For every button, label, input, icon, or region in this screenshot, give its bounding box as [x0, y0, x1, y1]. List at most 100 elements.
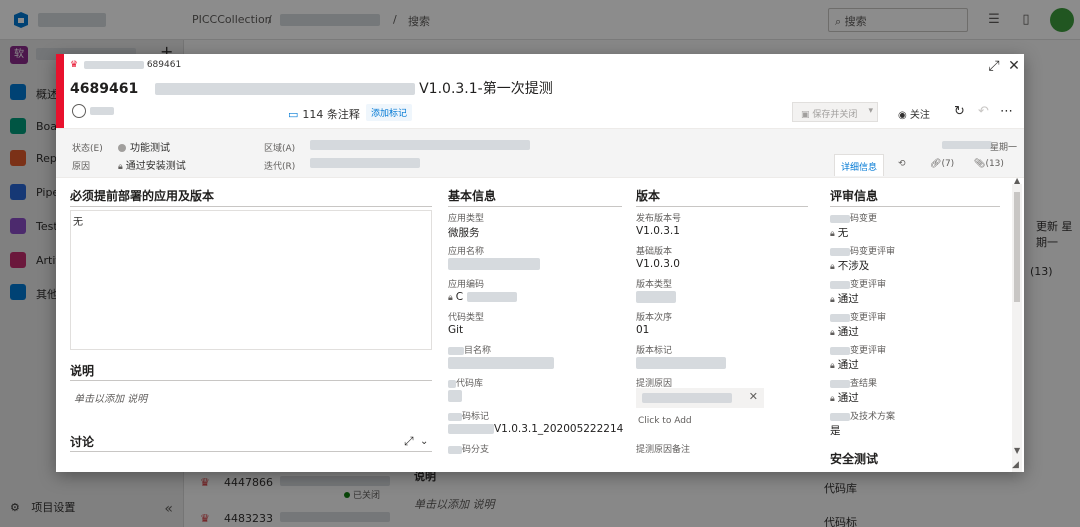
field-value[interactable]: 🔒︎ C: [448, 291, 518, 303]
expand-discussion-icon[interactable]: ⤢: [404, 434, 414, 449]
field-value[interactable]: [636, 357, 726, 369]
divider: [70, 206, 432, 207]
tab-attachments[interactable]: 📎︎(13): [968, 154, 1010, 176]
prerequisite-apps-value: 无: [73, 217, 83, 228]
field-label: 变更评审: [830, 277, 886, 290]
follow-button[interactable]: ◉ 关注: [898, 106, 930, 121]
user-icon: [72, 104, 86, 118]
chip-label: [642, 393, 732, 403]
field-value[interactable]: 🔒︎ 不涉及: [830, 258, 869, 273]
more-actions-icon[interactable]: ⋯: [1000, 104, 1013, 119]
divider: [70, 451, 432, 452]
description-header: 说明: [70, 364, 95, 378]
field-label: 版本标记: [636, 346, 673, 356]
title-suffix: V1.0.3.1-第一次提测: [419, 81, 553, 97]
work-item-type-line: ♛ 689461: [70, 60, 181, 70]
divider: [448, 206, 622, 207]
field-label: 版本类型: [636, 280, 673, 290]
tab-details[interactable]: 详细信息: [834, 154, 884, 176]
attachment-icon: 📎︎: [974, 159, 986, 169]
field-value[interactable]: V1.0.3.1_202005222214: [448, 423, 623, 435]
remove-icon[interactable]: ✕: [749, 390, 758, 403]
field-value[interactable]: 🔒︎ 通过: [830, 324, 859, 339]
chevron-down-icon[interactable]: ▾: [868, 106, 873, 116]
dialog-scrollbar[interactable]: [1012, 184, 1022, 472]
iteration-label: 迭代(R): [264, 162, 296, 172]
state-label: 状态(E): [72, 144, 103, 154]
resize-grip-icon[interactable]: ◢: [1012, 460, 1019, 470]
field-label: 码分支: [448, 442, 489, 455]
field-value[interactable]: V1.0.3.1: [636, 225, 680, 237]
state-field[interactable]: 功能测试: [118, 139, 170, 154]
field-label: 变更评审: [830, 310, 886, 323]
follow-label: 关注: [909, 110, 930, 121]
save-and-close-button[interactable]: ▣ 保存并关闭 ▾: [792, 102, 878, 122]
lock-icon: 🔒︎: [448, 293, 453, 303]
field-label: 码标记: [448, 409, 489, 422]
field-value[interactable]: [448, 258, 540, 270]
field-value[interactable]: 是: [830, 423, 841, 438]
iteration-field[interactable]: [310, 158, 420, 168]
scroll-up-icon[interactable]: ▲: [1014, 176, 1020, 185]
scroll-down-icon[interactable]: ▼: [1014, 446, 1020, 455]
description-placeholder[interactable]: 单击以添加 说明: [74, 390, 147, 405]
field-label: 应用名称: [448, 247, 485, 257]
save-label: 保存并关闭: [812, 110, 858, 120]
field-label: 代码类型: [448, 313, 485, 323]
discussion-header: 讨论: [70, 435, 95, 449]
divider: [70, 380, 432, 381]
area-field[interactable]: [310, 140, 530, 150]
close-icon[interactable]: ✕: [1006, 58, 1022, 74]
area-label: 区域(A): [264, 144, 296, 154]
field-value[interactable]: [448, 357, 554, 369]
title-redacted: [154, 83, 415, 95]
scrollbar-thumb[interactable]: [1014, 192, 1020, 302]
field-value[interactable]: 🔒︎ 通过: [830, 357, 859, 372]
field-value[interactable]: Git: [448, 324, 463, 336]
expand-icon[interactable]: ⤢: [986, 58, 1002, 74]
lock-icon: 🔒︎: [830, 295, 835, 305]
tab-links[interactable]: 🔗︎(7): [924, 154, 960, 176]
field-label: 基础版本: [636, 247, 673, 257]
undo-icon[interactable]: ↶: [978, 104, 989, 119]
comment-icon: ▭: [288, 108, 299, 121]
chevron-down-icon[interactable]: ⌄: [420, 436, 428, 447]
field-label: 提测原因备注: [636, 445, 691, 455]
prerequisite-apps-field[interactable]: 无: [70, 210, 432, 350]
field-label: 码变更评审: [830, 244, 895, 257]
version-header: 版本: [636, 189, 661, 203]
field-value[interactable]: [636, 291, 676, 303]
field-value[interactable]: [448, 390, 462, 402]
field-label: 应用编码: [448, 280, 485, 290]
field-value[interactable]: 微服务: [448, 225, 480, 240]
updated-by: [942, 141, 992, 149]
field-value[interactable]: 🔒︎ 无: [830, 225, 848, 240]
tab-history[interactable]: ⟲: [892, 154, 912, 176]
add-tag-button[interactable]: 添加标记: [366, 104, 413, 121]
field-label: 代码库: [448, 376, 483, 389]
field-value[interactable]: 🔒︎ 通过: [830, 291, 859, 306]
assignee-picker[interactable]: [72, 104, 114, 118]
divider: [830, 206, 1000, 207]
field-value[interactable]: V1.0.3.0: [636, 258, 680, 270]
attachments-count: (13): [985, 159, 1004, 169]
field-value[interactable]: 🔒︎ 通过: [830, 390, 859, 405]
bug-crown-icon: ♛: [70, 60, 79, 70]
field-label: 应用类型: [448, 214, 485, 224]
comments-count[interactable]: ▭ 114 条注释: [288, 106, 360, 122]
security-test-header: 安全测试: [830, 452, 879, 466]
reason-label: 原因: [72, 162, 91, 172]
reason-chip[interactable]: ✕: [636, 388, 764, 408]
prerequisite-apps-header: 必须提前部署的应用及版本: [70, 189, 215, 203]
lock-icon: 🔒︎: [830, 229, 835, 239]
reason-field[interactable]: 🔒︎ 通过安装测试: [118, 157, 186, 172]
review-info-header: 评审信息: [830, 189, 879, 203]
field-value[interactable]: 01: [636, 324, 649, 336]
work-item-type-color-bar: [56, 54, 64, 128]
click-to-add[interactable]: Click to Add: [638, 416, 692, 426]
assignee-name: [89, 107, 114, 115]
field-label: 版本次序: [636, 313, 673, 323]
field-label: 及技术方案: [830, 409, 895, 422]
refresh-icon[interactable]: ↻: [954, 104, 965, 119]
work-item-title[interactable]: 4689461 V1.0.3.1-第一次提测: [70, 78, 553, 98]
